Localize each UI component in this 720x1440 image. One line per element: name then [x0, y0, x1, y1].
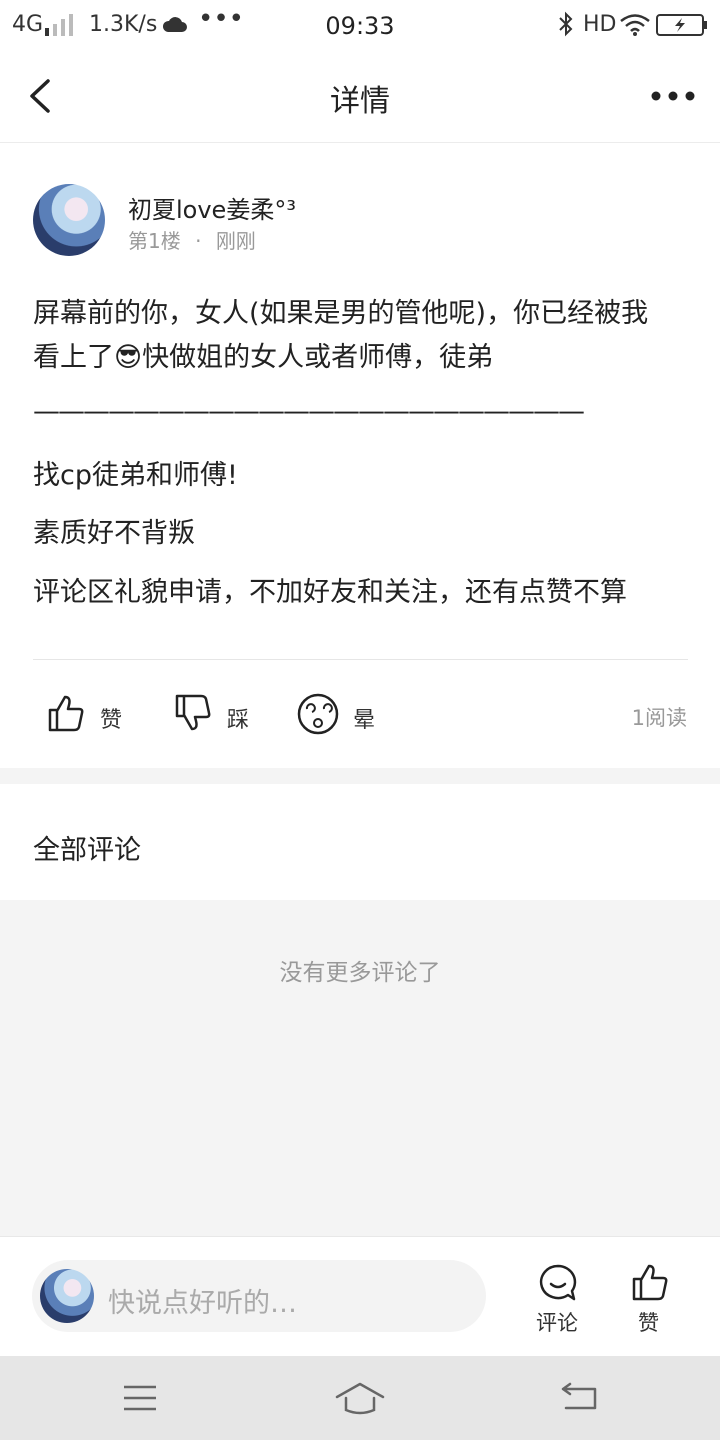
post-line: 评论区礼貌申请，不加好友和关注，还有点赞不算: [33, 577, 627, 608]
comments-area: [0, 900, 720, 1236]
system-nav-bar: [0, 1356, 720, 1440]
author-avatar[interactable]: [33, 184, 105, 256]
post-line: ——————————————————————: [33, 396, 585, 427]
dizzy-label: 晕: [353, 708, 376, 733]
bluetooth-icon: [559, 11, 573, 37]
author-name[interactable]: 初夏love姜柔°³: [128, 190, 296, 225]
thumbs-up-icon: [48, 695, 84, 732]
my-avatar: [40, 1269, 94, 1323]
floor-label: 第1楼: [128, 229, 181, 253]
post-line: 屏幕前的你，女人(如果是男的管他呢)，你已经被我: [33, 298, 649, 329]
meta-separator: ·: [195, 229, 202, 253]
thumbs-down-icon: [175, 694, 211, 731]
status-bar: 4G 1.3K/s ••• 09:33 HD: [0, 0, 720, 50]
back-nav-icon[interactable]: [560, 1380, 600, 1414]
bottom-like-button[interactable]: 赞: [628, 1260, 672, 1336]
section-separator: [0, 768, 720, 784]
like-label: 赞: [100, 708, 123, 733]
battery-icon: [656, 14, 707, 36]
divider: [33, 659, 688, 660]
all-comments-heading: 全部评论: [33, 835, 141, 866]
wifi-icon: [620, 14, 650, 36]
post-meta: 第1楼 · 刚刚: [128, 225, 256, 254]
page-title: 详情: [330, 84, 390, 119]
dislike-action-button[interactable]: 踩: [173, 693, 263, 737]
bottom-like-label: 赞: [638, 1311, 659, 1335]
comment-button-label: 评论: [536, 1311, 578, 1335]
thumbs-up-icon: [632, 1264, 668, 1301]
comment-button[interactable]: 评论: [530, 1260, 586, 1336]
post-time: 刚刚: [215, 229, 256, 253]
comment-bubble-icon: [539, 1264, 577, 1301]
dislike-label: 踩: [227, 708, 250, 733]
like-action-button[interactable]: 赞: [46, 693, 136, 737]
comment-input-placeholder: 快说点好听的…: [108, 1288, 297, 1319]
post-line: 素质好不背叛: [33, 518, 195, 549]
dizzy-action-button[interactable]: 晕: [297, 693, 387, 737]
dizzy-face-icon: [297, 693, 339, 735]
post-line: 看上了😎快做姐的女人或者师傅，徒弟: [33, 342, 494, 373]
menu-icon[interactable]: [122, 1384, 158, 1412]
read-count: 1阅读: [631, 706, 687, 730]
hd-indicator: HD: [583, 12, 617, 37]
home-icon[interactable]: [334, 1380, 386, 1416]
top-nav-bar: 详情: [0, 50, 720, 143]
post-line: 找cp徒弟和师傅!: [33, 460, 238, 491]
more-dots-icon[interactable]: [650, 90, 696, 102]
no-more-comments-text: 没有更多评论了: [279, 960, 441, 986]
